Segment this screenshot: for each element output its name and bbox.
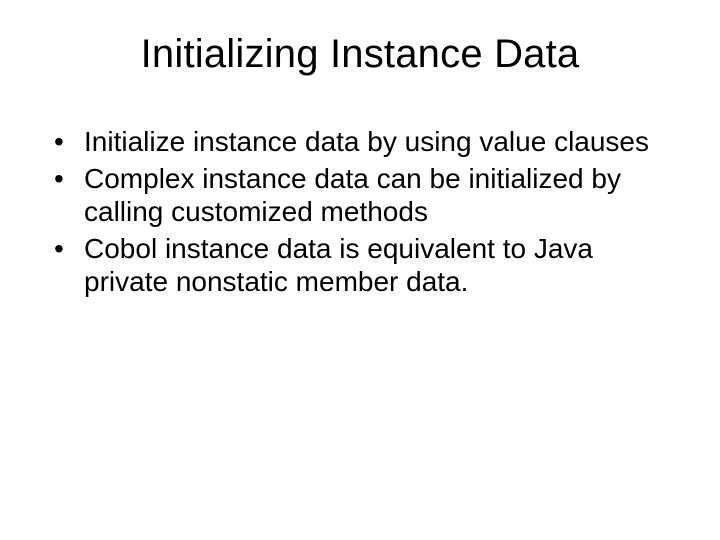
bullet-list: Initialize instance data by using value … [40, 125, 680, 298]
bullet-item: Cobol instance data is equivalent to Jav… [50, 232, 674, 298]
bullet-item: Initialize instance data by using value … [50, 125, 674, 158]
slide: Initializing Instance Data Initialize in… [0, 0, 720, 540]
slide-title: Initializing Instance Data [40, 32, 680, 77]
bullet-item: Complex instance data can be initialized… [50, 162, 674, 228]
